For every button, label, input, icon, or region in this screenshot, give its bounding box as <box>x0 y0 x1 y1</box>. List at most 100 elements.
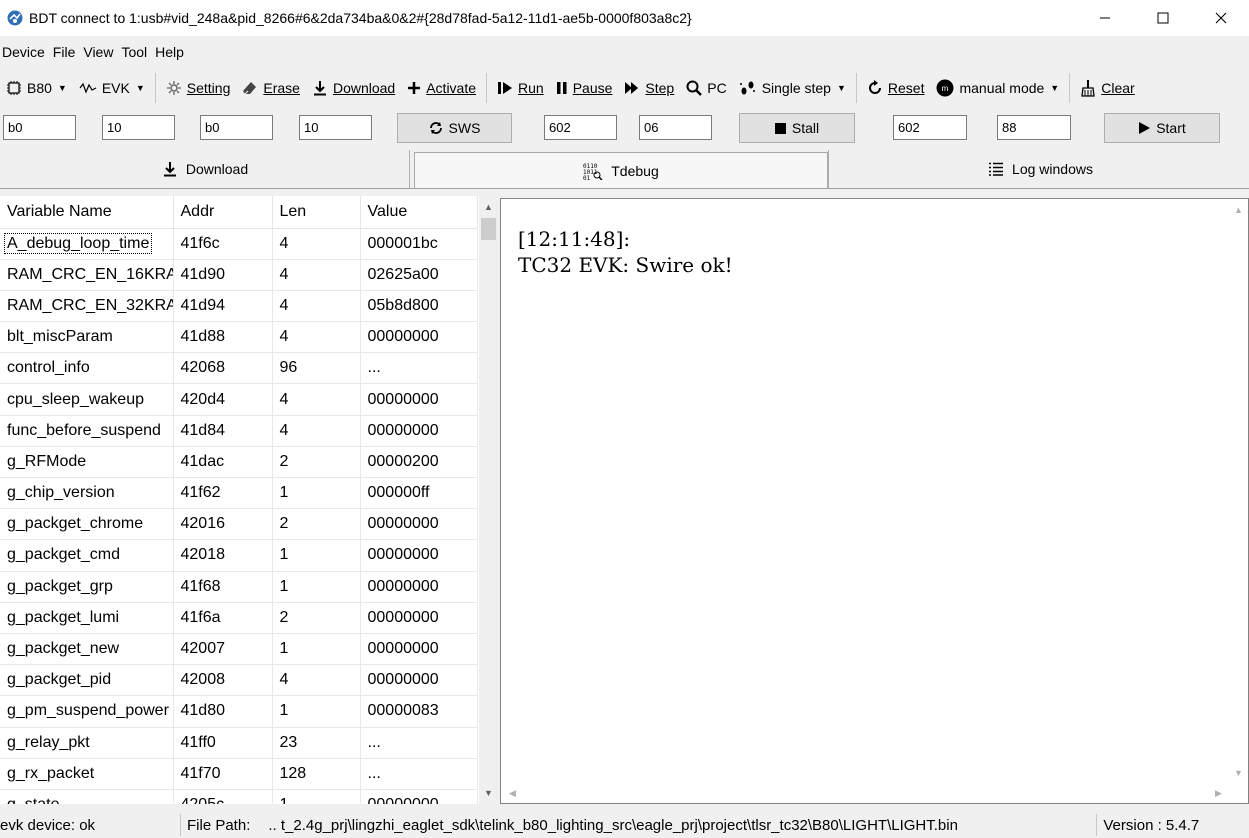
cell-addr[interactable]: 41f70 <box>173 758 273 790</box>
cell-name[interactable]: g_packget_pid <box>0 664 174 697</box>
cell-len[interactable]: 1 <box>272 695 361 728</box>
pause-button[interactable]: Pause <box>550 74 619 102</box>
cell-addr[interactable]: 41d90 <box>173 259 273 291</box>
scroll-down-icon[interactable]: ▼ <box>1229 764 1248 782</box>
cell-len[interactable]: 1 <box>272 633 361 666</box>
table-row[interactable]: RAM_CRC_EN_32KRAM 41d94 4 05b8d800 <box>0 290 478 323</box>
scroll-down-icon[interactable]: ▼ <box>479 784 498 802</box>
scroll-left-icon[interactable]: ◀ <box>503 784 522 802</box>
scroll-up-icon[interactable]: ▲ <box>479 198 498 216</box>
table-row[interactable]: RAM_CRC_EN_16KRAM 41d90 4 02625a00 <box>0 259 478 291</box>
field-1[interactable] <box>3 115 76 140</box>
cell-addr[interactable]: 41f68 <box>173 571 273 603</box>
cell-addr[interactable]: 4205c <box>173 789 273 804</box>
evk-dropdown[interactable]: EVK ▼ <box>73 74 151 102</box>
cell-len[interactable]: 4 <box>272 321 361 354</box>
cell-name[interactable]: g_relay_pkt <box>0 727 174 759</box>
cell-name[interactable]: A_debug_loop_time <box>0 228 174 260</box>
cell-addr[interactable]: 41f62 <box>173 477 273 510</box>
activate-button[interactable]: Activate <box>401 74 482 102</box>
cell-len[interactable]: 4 <box>272 383 361 416</box>
cell-value[interactable]: 00000000 <box>360 664 478 697</box>
cell-value[interactable]: 00000000 <box>360 415 478 447</box>
cell-len[interactable]: 2 <box>272 446 361 479</box>
cell-name[interactable]: RAM_CRC_EN_16KRAM <box>0 259 174 291</box>
stall-button[interactable]: Stall <box>739 113 855 143</box>
cell-name[interactable]: g_rx_packet <box>0 758 174 790</box>
cell-addr[interactable]: 420d4 <box>173 383 273 416</box>
column-header-value[interactable]: Value <box>360 196 478 229</box>
cell-value[interactable]: 05b8d800 <box>360 290 478 323</box>
column-header-len[interactable]: Len <box>272 196 361 229</box>
console-vertical-scrollbar[interactable]: ▲ ▼ <box>1229 199 1248 784</box>
cell-name[interactable]: g_packget_new <box>0 633 174 666</box>
table-row[interactable]: g_packget_cmd 42018 1 00000000 <box>0 539 478 572</box>
cell-addr[interactable]: 41dac <box>173 446 273 479</box>
cell-name[interactable]: g_chip_version <box>0 477 174 510</box>
cell-len[interactable]: 128 <box>272 758 361 790</box>
cell-len[interactable]: 1 <box>272 539 361 572</box>
cell-value[interactable]: 02625a00 <box>360 259 478 291</box>
table-row[interactable]: g_state4205c100000000 <box>0 789 478 804</box>
close-button[interactable] <box>1192 0 1249 36</box>
cell-len[interactable]: 23 <box>272 727 361 759</box>
cell-value[interactable]: 00000000 <box>360 602 478 634</box>
console-horizontal-scrollbar[interactable]: ◀ ▶ <box>501 783 1230 803</box>
cell-value[interactable]: 000001bc <box>360 228 478 260</box>
maximize-button[interactable] <box>1134 0 1192 36</box>
table-row[interactable]: g_packget_pid 42008 4 00000000 <box>0 664 478 697</box>
menu-view[interactable]: View <box>83 44 113 60</box>
cell-value[interactable]: 00000000 <box>360 539 478 572</box>
cell-len[interactable]: 4 <box>272 228 361 260</box>
cell-addr[interactable]: 42007 <box>173 633 273 666</box>
start-button[interactable]: Start <box>1104 113 1220 143</box>
cell-len[interactable]: 2 <box>272 508 361 541</box>
setting-button[interactable]: Setting <box>160 74 237 102</box>
cell-name[interactable]: g_packget_grp <box>0 571 174 603</box>
cell-addr[interactable]: 42016 <box>173 508 273 541</box>
table-row[interactable]: blt_miscParam 41d88 4 00000000 <box>0 321 478 354</box>
cell-addr[interactable]: 42018 <box>173 539 273 572</box>
tdebug-output-console[interactable]: [12:11:48]: TC32 EVK: Swire ok! ▲ ▼ ◀ ▶ <box>500 198 1249 804</box>
table-row[interactable]: g_packget_chrome 42016 2 00000000 <box>0 508 478 541</box>
field-3[interactable] <box>200 115 273 140</box>
cell-len[interactable]: 2 <box>272 602 361 634</box>
cell-len[interactable]: 96 <box>272 352 361 385</box>
mode-dropdown[interactable]: m manual mode ▼ <box>930 74 1065 102</box>
scroll-right-icon[interactable]: ▶ <box>1209 784 1228 802</box>
table-row[interactable]: g_RFMode 41dac 2 00000200 <box>0 446 478 479</box>
cell-len[interactable]: 4 <box>272 259 361 291</box>
cell-value[interactable]: 00000000 <box>360 633 478 666</box>
column-header-addr[interactable]: Addr <box>173 196 273 229</box>
cell-name[interactable]: g_pm_suspend_power <box>0 695 174 728</box>
menu-file[interactable]: File <box>53 44 76 60</box>
variable-table-scrollbar[interactable]: ▲ ▼ <box>479 196 498 804</box>
column-header-name[interactable]: Variable Name <box>0 196 174 229</box>
field-8[interactable] <box>997 115 1071 140</box>
cell-value[interactable]: ... <box>360 352 478 385</box>
field-7[interactable] <box>893 115 967 140</box>
table-row[interactable]: g_packget_new 42007 1 00000000 <box>0 633 478 666</box>
cell-value[interactable]: 00000000 <box>360 571 478 603</box>
cell-addr[interactable]: 41d84 <box>173 415 273 447</box>
step-button[interactable]: Step <box>618 74 680 102</box>
table-row[interactable]: A_debug_loop_time 41f6c 4 000001bc <box>0 228 478 260</box>
menu-tool[interactable]: Tool <box>121 44 147 60</box>
cell-len[interactable]: 1 <box>272 789 361 804</box>
cell-addr[interactable]: 41f6a <box>173 602 273 634</box>
cell-value[interactable]: 00000000 <box>360 383 478 416</box>
table-row[interactable]: control_info 42068 96... <box>0 352 478 385</box>
clear-button[interactable]: Clear <box>1074 74 1140 102</box>
cell-addr[interactable]: 41d94 <box>173 290 273 323</box>
field-5[interactable] <box>544 115 617 140</box>
cell-addr[interactable]: 41f6c <box>173 228 273 260</box>
table-row[interactable]: cpu_sleep_wakeup 420d4 4 00000000 <box>0 383 478 416</box>
scrollbar-thumb[interactable] <box>481 218 496 240</box>
cell-value[interactable]: 00000000 <box>360 508 478 541</box>
cell-name[interactable]: g_state <box>0 789 174 804</box>
sws-button[interactable]: SWS <box>397 113 512 143</box>
cell-value[interactable]: ... <box>360 758 478 790</box>
cell-addr[interactable]: 41d88 <box>173 321 273 354</box>
single-step-dropdown[interactable]: Single step ▼ <box>733 74 852 102</box>
table-row[interactable]: g_packget_lumi 41f6a 2 00000000 <box>0 602 478 634</box>
